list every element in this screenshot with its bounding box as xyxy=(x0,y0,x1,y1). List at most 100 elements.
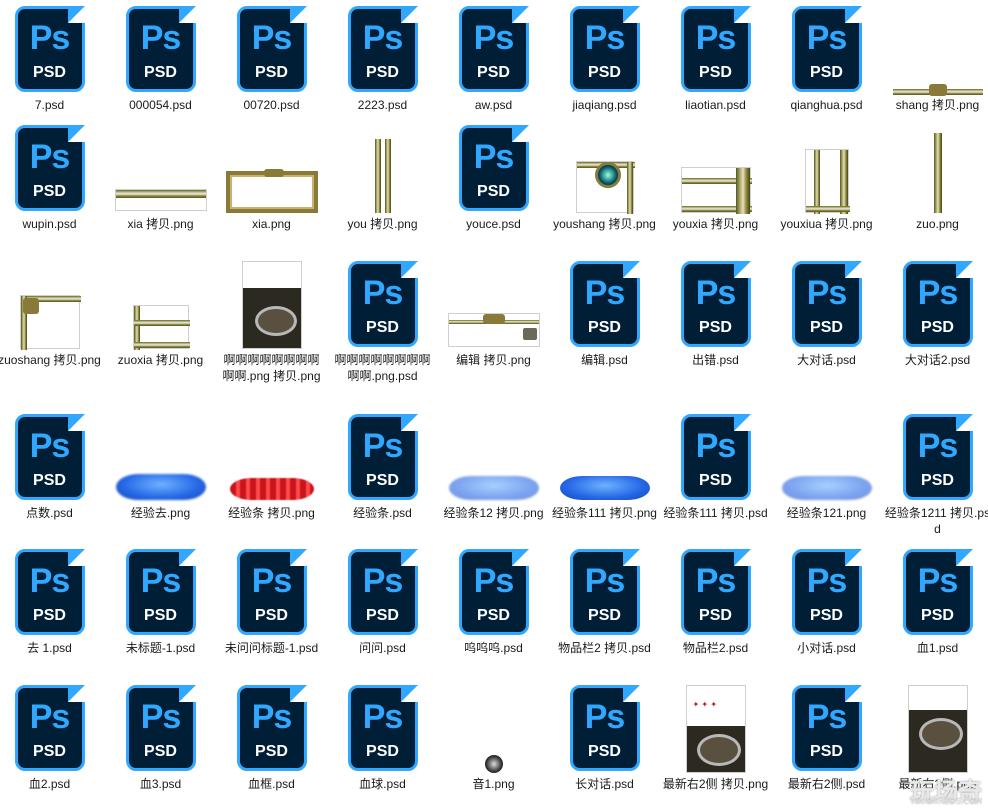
psd-file-item[interactable]: Ps PSD 未标题-1.psd xyxy=(105,545,216,663)
psd-file-item[interactable]: Ps PSD jiaqiang.psd xyxy=(549,2,660,120)
png-file-item[interactable]: zuoxia 拷贝.png xyxy=(105,257,216,375)
file-grid: Ps PSD 7.psd Ps PSD 000054.psd Ps PSD 00720.psd P… xyxy=(0,0,988,812)
psd-file-item[interactable]: Ps PSD 000054.psd xyxy=(105,2,216,120)
psd-file-item[interactable]: Ps PSD 最新右2侧.psd xyxy=(771,681,882,799)
file-name-label: zuoshang 拷贝.png xyxy=(0,353,101,367)
psd-file-icon: Ps PSD xyxy=(125,546,199,635)
png-file-item[interactable]: zuo.png xyxy=(882,121,988,239)
file-name-label: zuoxia 拷贝.png xyxy=(117,353,204,367)
png-file-item[interactable]: you 拷贝.png xyxy=(327,121,438,239)
watermark-url: WANMIRBDS.COM xyxy=(910,797,982,806)
psd-file-icon: Ps PSD xyxy=(791,682,865,771)
psd-file-item[interactable]: Ps PSD qianghua.psd xyxy=(771,2,882,120)
png-thumbnail xyxy=(241,261,302,349)
file-thumbnail xyxy=(882,6,988,96)
psd-file-item[interactable]: Ps PSD 啊啊啊啊啊啊啊啊啊啊.png.psd xyxy=(327,257,438,383)
psd-file-item[interactable]: Ps PSD 经验条1211 拷贝.psd xyxy=(882,410,988,536)
file-thumbnail: Ps PSD xyxy=(327,682,438,775)
psd-ext-text: PSD xyxy=(33,607,66,624)
png-file-item[interactable]: xia 拷贝.png xyxy=(105,121,216,239)
psd-file-item[interactable]: Ps PSD 2223.psd xyxy=(327,2,438,120)
psd-file-item[interactable]: Ps PSD liaotian.psd xyxy=(660,2,771,120)
psd-file-item[interactable]: Ps PSD 00720.psd xyxy=(216,2,327,120)
file-name-label: 经验去.png xyxy=(130,506,191,520)
psd-file-icon: Ps PSD xyxy=(902,258,976,347)
png-file-item[interactable]: 经验条12 拷贝.png xyxy=(438,410,549,528)
ps-text: Ps xyxy=(29,19,71,57)
png-file-item[interactable]: youxiua 拷贝.png xyxy=(771,121,882,239)
file-name-label: 00720.psd xyxy=(243,98,300,112)
ps-text: Ps xyxy=(362,427,404,465)
psd-ext-text: PSD xyxy=(810,64,843,81)
psd-file-item[interactable]: Ps PSD 呜呜呜.psd xyxy=(438,545,549,663)
psd-file-item[interactable]: Ps PSD 血球.psd xyxy=(327,681,438,799)
file-thumbnail xyxy=(771,125,882,215)
psd-file-item[interactable]: Ps PSD 点数.psd xyxy=(0,410,105,528)
file-name-label: zuo.png xyxy=(916,217,959,231)
psd-file-item[interactable]: Ps PSD 血3.psd xyxy=(105,681,216,799)
psd-ext-text: PSD xyxy=(144,743,177,760)
png-file-item[interactable]: 音1.png xyxy=(438,681,549,799)
ps-text: Ps xyxy=(584,698,626,736)
png-file-item[interactable]: xia.png xyxy=(216,121,327,239)
psd-file-icon: Ps PSD xyxy=(791,258,865,347)
psd-file-item[interactable]: Ps PSD 编辑.psd xyxy=(549,257,660,375)
file-name-label: 经验条121.png xyxy=(786,506,867,520)
file-name-label: 7.psd xyxy=(34,98,65,112)
psd-ext-text: PSD xyxy=(144,64,177,81)
psd-file-icon: Ps PSD xyxy=(569,3,643,92)
png-file-item[interactable]: 经验去.png xyxy=(105,410,216,528)
ps-text: Ps xyxy=(695,427,737,465)
file-name-label: aw.psd xyxy=(474,98,513,112)
psd-file-item[interactable]: Ps PSD 大对话2.psd xyxy=(882,257,988,375)
ps-text: Ps xyxy=(806,698,848,736)
file-thumbnail: Ps PSD xyxy=(438,122,549,215)
png-file-item[interactable]: 经验条121.png xyxy=(771,410,882,528)
psd-ext-text: PSD xyxy=(699,607,732,624)
png-file-item[interactable]: youshang 拷贝.png xyxy=(549,121,660,239)
psd-file-item[interactable]: Ps PSD 7.psd xyxy=(0,2,105,120)
psd-file-item[interactable]: Ps PSD 物品栏2.psd xyxy=(660,545,771,663)
psd-file-item[interactable]: Ps PSD 血1.psd xyxy=(882,545,988,663)
psd-file-item[interactable]: Ps PSD 未问问标题-1.psd xyxy=(216,545,327,663)
png-file-item[interactable]: ✦ ✦ ✦ 最新右2侧 拷贝.png xyxy=(660,681,771,799)
psd-file-item[interactable]: Ps PSD 经验条111 拷贝.psd xyxy=(660,410,771,528)
psd-file-item[interactable]: Ps PSD 去 1.psd xyxy=(0,545,105,663)
psd-file-item[interactable]: Ps PSD youce.psd xyxy=(438,121,549,239)
file-thumbnail: Ps PSD xyxy=(327,258,438,351)
png-file-item[interactable]: 编辑 拷贝.png xyxy=(438,257,549,375)
psd-file-icon: Ps PSD xyxy=(680,258,754,347)
psd-file-item[interactable]: Ps PSD 问问.psd xyxy=(327,545,438,663)
file-name-label: 经验条 拷贝.png xyxy=(228,506,315,520)
file-name-label: youshang 拷贝.png xyxy=(553,217,656,231)
file-name-label: 大对话2.psd xyxy=(904,353,971,367)
png-file-item[interactable]: shang 拷贝.png xyxy=(882,2,988,120)
png-thumbnail xyxy=(114,189,207,211)
psd-file-item[interactable]: Ps PSD 小对话.psd xyxy=(771,545,882,663)
psd-file-item[interactable]: Ps PSD 物品栏2 拷贝.psd xyxy=(549,545,660,663)
psd-file-item[interactable]: Ps PSD wupin.psd xyxy=(0,121,105,239)
psd-file-icon: Ps PSD xyxy=(902,411,976,500)
file-thumbnail: Ps PSD xyxy=(216,546,327,639)
psd-ext-text: PSD xyxy=(921,472,954,489)
psd-file-item[interactable]: Ps PSD aw.psd xyxy=(438,2,549,120)
png-file-item[interactable]: 经验条 拷贝.png xyxy=(216,410,327,528)
psd-file-item[interactable]: Ps PSD 长对话.psd xyxy=(549,681,660,799)
psd-file-item[interactable]: Ps PSD 血2.psd xyxy=(0,681,105,799)
png-file-item[interactable]: youxia 拷贝.png xyxy=(660,121,771,239)
file-name-label: 编辑 拷贝.png xyxy=(456,353,531,367)
png-thumbnail xyxy=(575,161,635,214)
psd-file-item[interactable]: Ps PSD 血框.psd xyxy=(216,681,327,799)
file-name-label: 经验条111 拷贝.psd xyxy=(663,506,768,520)
psd-file-icon: Ps PSD xyxy=(347,258,421,347)
psd-file-item[interactable]: Ps PSD 大对话.psd xyxy=(771,257,882,375)
psd-file-item[interactable]: Ps PSD 经验条.psd xyxy=(327,410,438,528)
png-file-item[interactable]: 啊啊啊啊啊啊啊啊啊啊.png 拷贝.png xyxy=(216,257,327,383)
png-file-item[interactable]: zuoshang 拷贝.png xyxy=(0,257,105,375)
psd-file-item[interactable]: Ps PSD 出错.psd xyxy=(660,257,771,375)
file-name-label: 大对话.psd xyxy=(797,353,856,367)
psd-ext-text: PSD xyxy=(33,183,66,200)
psd-file-icon: Ps PSD xyxy=(569,682,643,771)
png-file-item[interactable]: 经验条111 拷贝.png xyxy=(549,410,660,528)
file-thumbnail: ✦ ✦ ✦ xyxy=(660,685,771,775)
